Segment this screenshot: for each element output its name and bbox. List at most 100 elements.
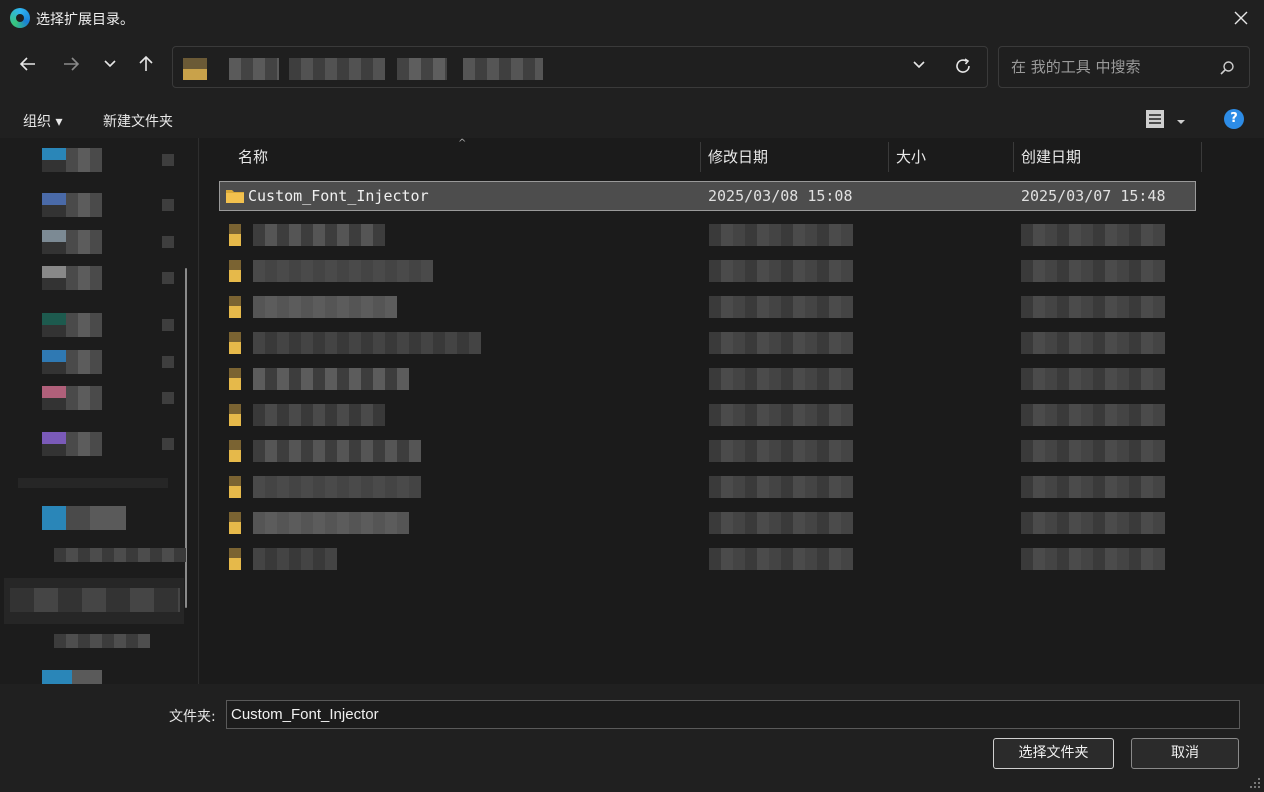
back-button[interactable] (14, 50, 42, 78)
sidebar-item-icon[interactable] (42, 148, 66, 172)
file-row-redacted[interactable] (217, 438, 1177, 462)
folder-icon (229, 224, 241, 246)
folder-icon (229, 476, 241, 498)
help-button[interactable]: ? (1224, 109, 1244, 129)
dialog-footer: 文件夹: 选择文件夹 取消 (0, 684, 1264, 792)
organize-menu-button[interactable]: 组织 ▾ (23, 111, 62, 131)
file-date-redacted (709, 224, 853, 246)
sidebar-item-label-redacted (66, 350, 102, 374)
sidebar-item-icon[interactable] (42, 313, 66, 337)
file-row-redacted[interactable] (217, 402, 1177, 426)
file-name-redacted (253, 260, 433, 282)
sidebar-item-redacted[interactable] (42, 670, 102, 684)
file-row-redacted[interactable] (217, 330, 1177, 354)
sidebar-pin-icon (162, 154, 174, 166)
view-dropdown-button[interactable] (1176, 112, 1186, 131)
blurred-path-icon (183, 58, 207, 80)
recent-locations-button[interactable] (96, 50, 124, 78)
edge-browser-icon (10, 8, 30, 28)
search-box[interactable] (998, 46, 1250, 88)
column-header-created[interactable]: 创建日期 (1021, 146, 1081, 167)
column-divider[interactable] (888, 142, 889, 172)
sidebar-item-redacted[interactable] (54, 634, 150, 648)
sidebar-item-icon[interactable] (42, 350, 66, 374)
file-name-redacted (253, 332, 481, 354)
sidebar-item-redacted[interactable] (42, 506, 126, 530)
file-row-redacted[interactable] (217, 258, 1177, 282)
close-button[interactable] (1218, 0, 1264, 36)
file-row-redacted[interactable] (217, 366, 1177, 390)
file-created-date: 2025/03/07 15:48 (1021, 187, 1166, 205)
sidebar-item-icon[interactable] (42, 230, 66, 254)
sidebar-item-label-redacted (66, 193, 102, 217)
sidebar-item-label-redacted (66, 230, 102, 254)
chevron-down-icon (913, 61, 925, 69)
folder-name-input[interactable] (226, 700, 1240, 729)
address-bar[interactable] (172, 46, 988, 88)
file-row-redacted[interactable] (217, 222, 1177, 246)
file-name-redacted (253, 476, 421, 498)
arrow-up-icon (139, 55, 153, 71)
column-divider[interactable] (1013, 142, 1014, 172)
file-date-redacted (709, 332, 853, 354)
arrow-left-icon (19, 57, 35, 71)
column-header-size[interactable]: 大小 (896, 146, 926, 167)
sidebar-item-icon[interactable] (42, 386, 66, 410)
file-date-redacted (709, 440, 853, 462)
file-row-redacted[interactable] (217, 510, 1177, 534)
folder-icon (229, 332, 241, 354)
sidebar-item-icon[interactable] (42, 193, 66, 217)
file-row-redacted[interactable] (217, 474, 1177, 498)
folder-icon (226, 190, 244, 203)
file-row-redacted[interactable] (217, 294, 1177, 318)
file-date-redacted (1021, 512, 1165, 534)
column-header-name[interactable]: 名称 (238, 146, 268, 167)
sidebar-item-label-redacted (66, 148, 102, 172)
sidebar-item-icon[interactable] (42, 266, 66, 290)
forward-button[interactable] (57, 50, 85, 78)
view-options-button[interactable] (1144, 108, 1166, 134)
sidebar-item-redacted[interactable] (18, 478, 168, 488)
file-list: ^ 名称 修改日期 大小 创建日期 Custom_Font_Injector 2… (200, 138, 1264, 684)
file-row-selected[interactable]: Custom_Font_Injector 2025/03/08 15:08 20… (219, 181, 1196, 211)
file-date-redacted (709, 548, 853, 570)
file-name-redacted (253, 368, 409, 390)
folder-icon (229, 260, 241, 282)
navigation-bar (0, 36, 1264, 100)
file-date-redacted (1021, 404, 1165, 426)
up-button[interactable] (132, 50, 160, 78)
sidebar-item-redacted[interactable] (54, 548, 186, 562)
new-folder-button[interactable]: 新建文件夹 (103, 111, 173, 131)
column-header-modified[interactable]: 修改日期 (708, 146, 768, 167)
sidebar-item-icon[interactable] (42, 432, 66, 456)
folder-icon (229, 440, 241, 462)
file-date-redacted (1021, 476, 1165, 498)
sidebar-pin-icon (162, 356, 174, 368)
file-date-redacted (1021, 548, 1165, 570)
column-divider[interactable] (1201, 142, 1202, 172)
file-date-redacted (709, 404, 853, 426)
refresh-button[interactable] (953, 56, 973, 80)
file-row-redacted[interactable] (217, 546, 1177, 570)
address-history-button[interactable] (911, 57, 927, 77)
sidebar-pin-icon (162, 236, 174, 248)
sidebar-item-redacted[interactable] (10, 588, 180, 612)
file-date-redacted (1021, 368, 1165, 390)
search-input[interactable] (1011, 57, 1211, 77)
blurred-path-segment (289, 58, 385, 80)
sidebar-item-label-redacted (66, 386, 102, 410)
resize-grip-icon[interactable] (1249, 777, 1261, 789)
search-icon[interactable] (1219, 60, 1235, 80)
file-date-redacted (709, 476, 853, 498)
file-name-redacted (253, 404, 385, 426)
file-date-redacted (709, 260, 853, 282)
cancel-button[interactable]: 取消 (1131, 738, 1239, 769)
folder-icon (229, 404, 241, 426)
folder-icon (229, 512, 241, 534)
select-folder-button[interactable]: 选择文件夹 (993, 738, 1114, 769)
command-bar: 组织 ▾ 新建文件夹 ? (0, 100, 1264, 138)
sidebar-pin-icon (162, 319, 174, 331)
sidebar-pin-icon (162, 272, 174, 284)
column-divider[interactable] (700, 142, 701, 172)
sidebar-pin-icon (162, 438, 174, 450)
